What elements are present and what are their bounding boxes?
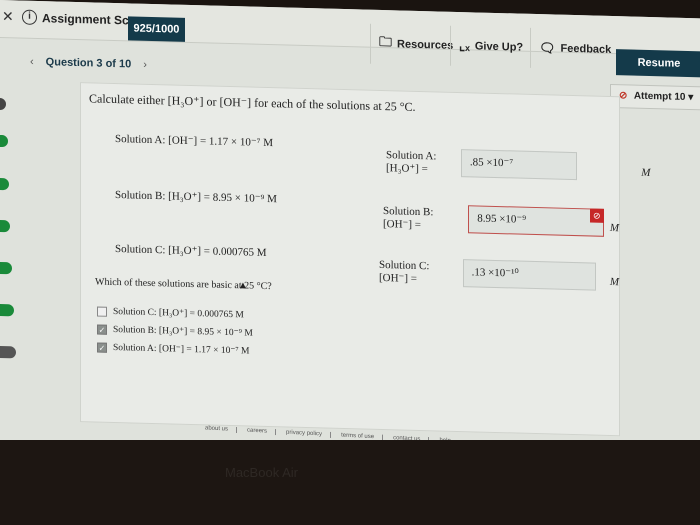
top-bar: ✕ i Assignment Score: 925/1000 🗀 Resourc…	[0, 0, 700, 71]
laptop-bezel	[0, 440, 700, 525]
answer-input-b[interactable]: 8.95 ×10⁻⁹ ⊘	[468, 205, 604, 237]
answer-input-a[interactable]: .85 ×10⁻⁷	[460, 149, 578, 181]
incorrect-icon: ⊘	[589, 208, 604, 223]
give-up-icon: ⌞ₓ	[459, 38, 470, 54]
question-navigation: ‹ Question 3 of 10 ›	[30, 56, 147, 71]
folder-icon: 🗀	[379, 33, 393, 50]
chevron-down-icon: ▾	[688, 92, 694, 104]
progress-marker-correct[interactable]	[0, 262, 12, 275]
next-question-button[interactable]: ›	[143, 59, 147, 71]
answer-value-a: .85 ×10⁻⁷	[469, 156, 514, 170]
give-up-button[interactable]: ⌞ₓ Give Up?	[450, 25, 524, 68]
option-solution-b[interactable]: ✓ Solution B: [H₃O⁺] = 8.95 × 10⁻⁹ M	[97, 324, 253, 339]
progress-marker-unanswered[interactable]	[0, 346, 16, 359]
progress-marker-correct[interactable]	[0, 135, 8, 148]
answer-row-c: Solution C: [OH⁻] = .13 ×10⁻¹⁰ M	[379, 257, 619, 291]
progress-marker-correct[interactable]	[0, 178, 9, 191]
give-up-label: Give Up?	[474, 40, 524, 54]
answer-input-c[interactable]: .13 ×10⁻¹⁰	[462, 259, 596, 291]
answer-label-b: Solution B: [OH⁻] =	[383, 204, 434, 231]
progress-marker-correct[interactable]	[0, 220, 10, 233]
option-solution-c[interactable]: Solution C: [H₃O⁺] = 0.000765 M	[97, 306, 244, 321]
feedback-label: Feedback	[560, 42, 612, 57]
feedback-button[interactable]: 🗨 Feedback	[530, 27, 612, 71]
option-label: Solution A: [OH⁻] = 1.17 × 10⁻⁷ M	[113, 342, 250, 357]
answer-label-c: Solution C: [OH⁻] =	[379, 258, 430, 285]
option-label: Solution C: [H₃O⁺] = 0.000765 M	[113, 306, 244, 321]
answer-row-a: Solution A: [H₃O⁺] = .85 ×10⁻⁷ M	[386, 147, 650, 182]
answer-row-b: Solution B: [OH⁻] = 8.95 ×10⁻⁹ ⊘ M	[383, 203, 619, 237]
question-progress-sidebar	[0, 90, 20, 421]
prev-question-button[interactable]: ‹	[30, 56, 34, 68]
resources-label: Resources	[397, 38, 454, 52]
unit-label-b: M	[609, 221, 619, 235]
checkbox-unchecked[interactable]	[97, 306, 107, 317]
option-solution-a[interactable]: ✓ Solution A: [OH⁻] = 1.17 × 10⁻⁷ M	[97, 342, 249, 357]
progress-marker-correct[interactable]	[0, 304, 14, 317]
question-prompt: Calculate either [H₃O⁺] or [OH⁻] for eac…	[89, 91, 416, 114]
progress-marker-current[interactable]	[0, 98, 6, 111]
no-entry-icon: ⊘	[619, 90, 628, 102]
checkbox-checked[interactable]: ✓	[97, 342, 107, 353]
close-icon[interactable]: ✕	[2, 8, 14, 25]
attempt-label: Attempt 10	[633, 90, 686, 103]
answer-value-b: 8.95 ×10⁻⁹	[477, 212, 527, 226]
info-icon[interactable]: i	[22, 9, 37, 25]
answer-label-a: Solution A: [H₃O⁺] =	[386, 148, 437, 175]
resume-button[interactable]: Resume	[616, 49, 700, 78]
given-solution-c: Solution C: [H₃O⁺] = 0.000765 M	[115, 243, 267, 259]
browser-screen: ✕ i Assignment Score: 925/1000 🗀 Resourc…	[0, 0, 700, 459]
answer-value-c: .13 ×10⁻¹⁰	[471, 266, 519, 280]
resources-button[interactable]: 🗀 Resources	[370, 23, 454, 66]
feedback-icon: 🗨	[539, 40, 556, 56]
assignment-score-badge: 925/1000	[128, 16, 185, 42]
checkbox-checked[interactable]: ✓	[97, 324, 107, 335]
given-solution-a: Solution A: [OH⁻] = 1.17 × 10⁻⁷ M	[115, 133, 274, 150]
option-label: Solution B: [H₃O⁺] = 8.95 × 10⁻⁹ M	[113, 324, 253, 339]
unit-label-c: M	[609, 275, 619, 289]
attempt-dropdown[interactable]: ⊘ Attempt 10 ▾	[610, 83, 700, 111]
device-brand-label: MacBook Air	[225, 465, 298, 480]
unit-label-a: M	[641, 166, 651, 180]
question-counter: Question 3 of 10	[45, 56, 132, 71]
question-card: Calculate either [H₃O⁺] or [OH⁻] for eac…	[80, 82, 650, 437]
given-solution-b: Solution B: [H₃O⁺] = 8.95 × 10⁻⁹ M	[115, 189, 277, 206]
mouse-cursor-icon: ▲	[238, 280, 248, 292]
